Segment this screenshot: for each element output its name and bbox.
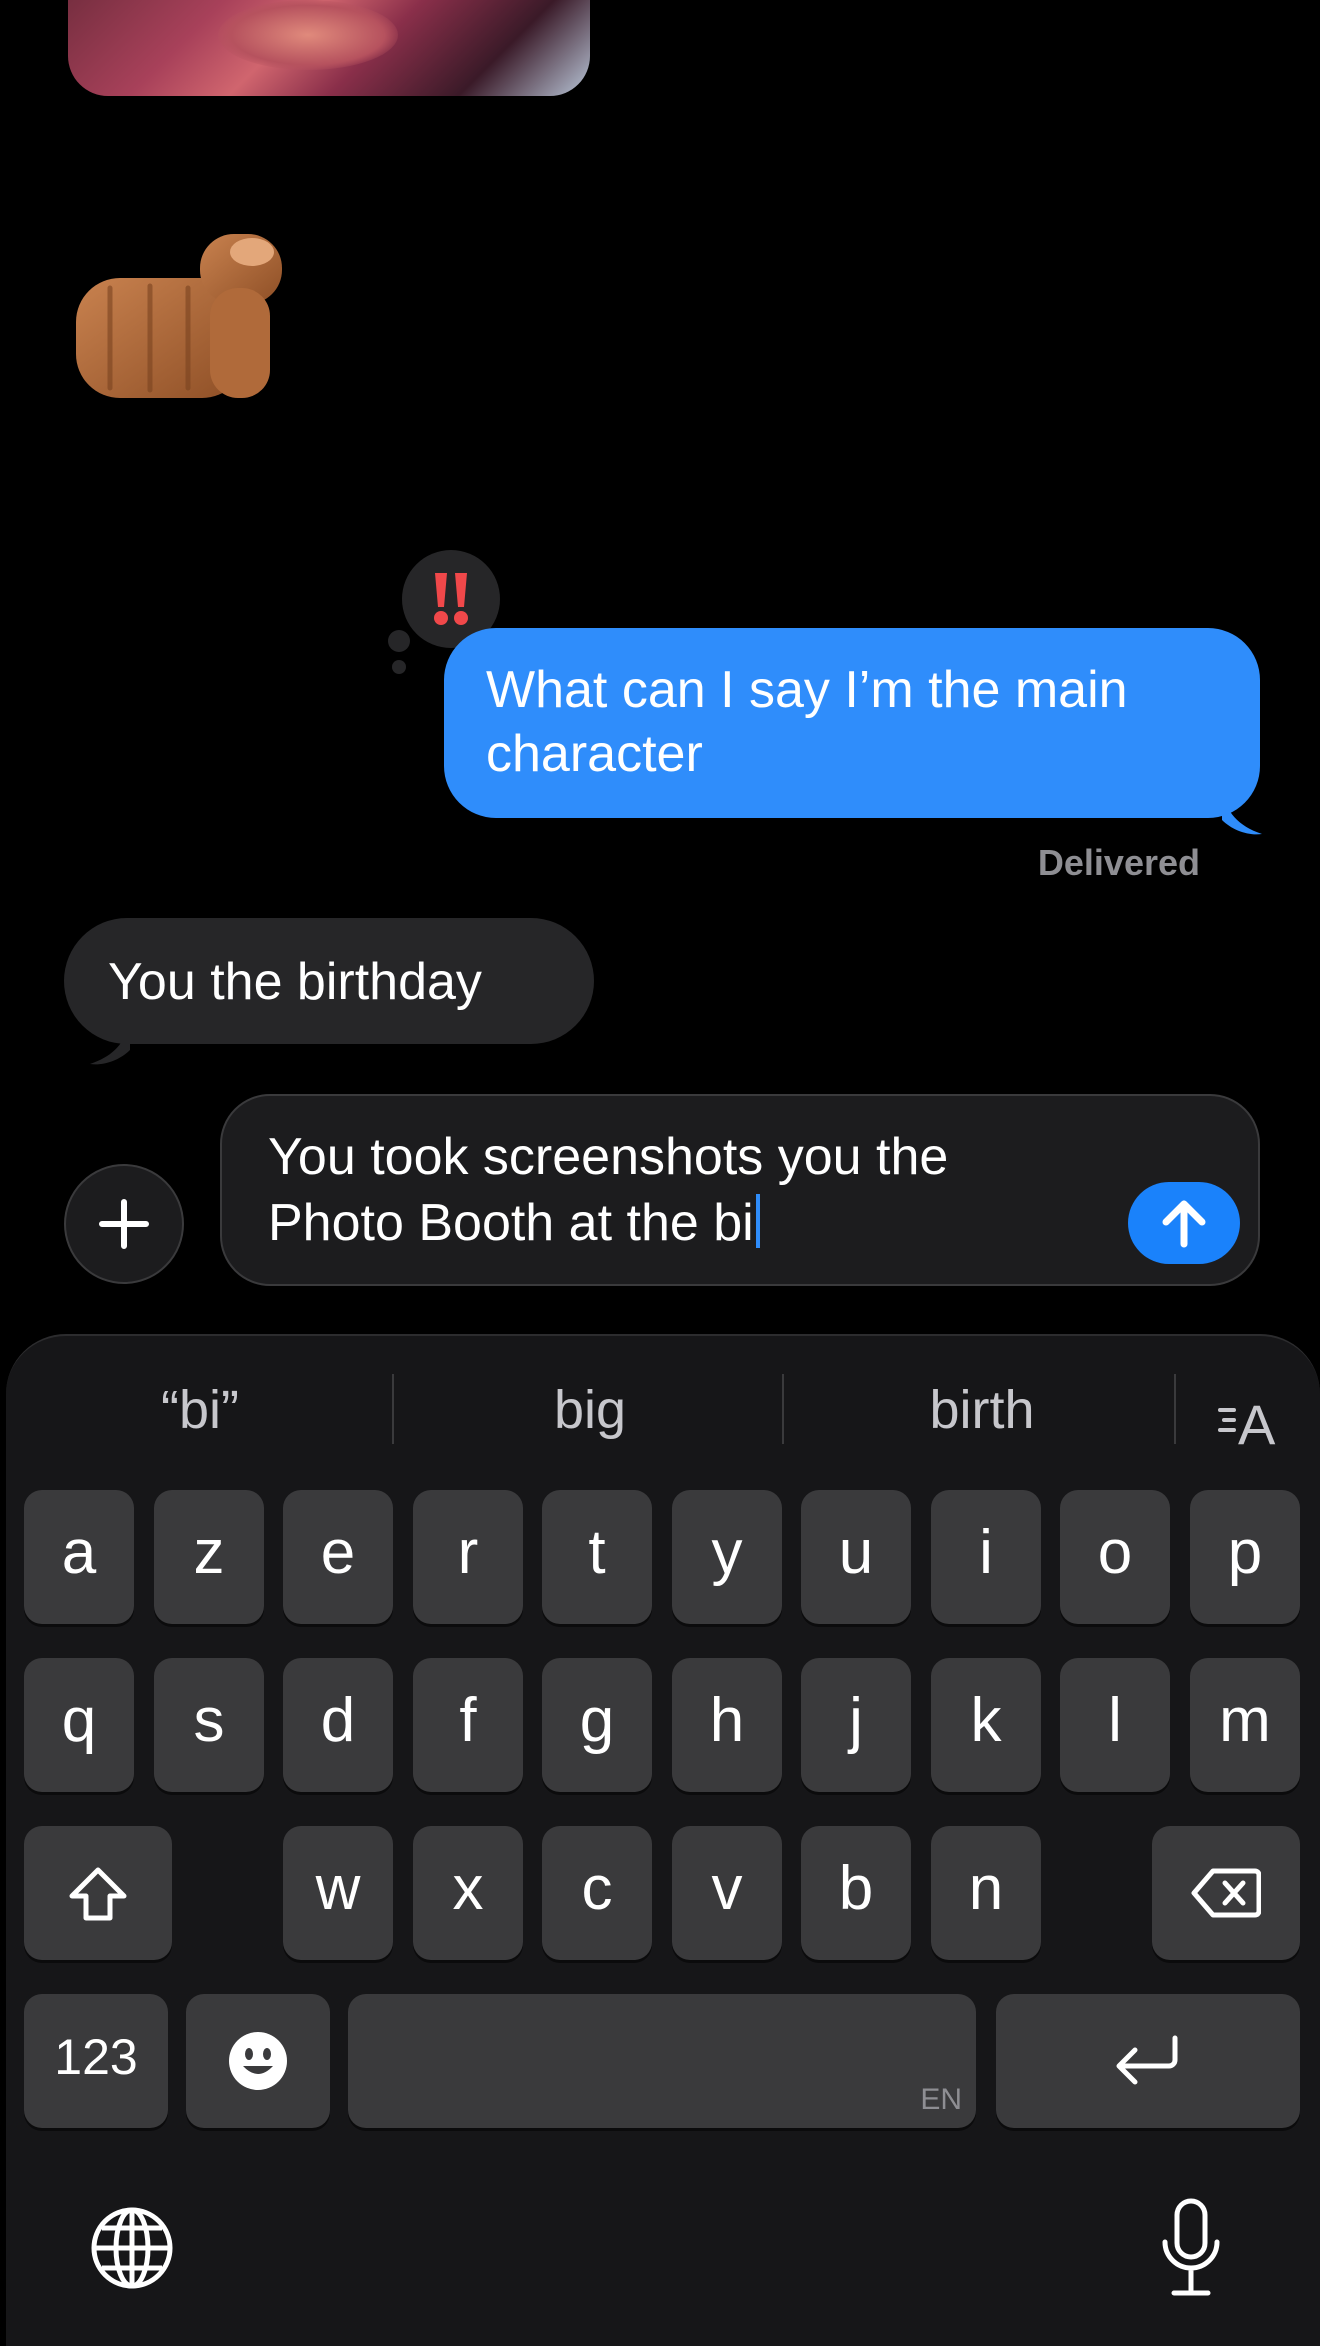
plus-icon bbox=[99, 1199, 149, 1249]
arrow-up-icon bbox=[1162, 1200, 1206, 1248]
tapback-tail-dot bbox=[388, 630, 410, 652]
shift-icon bbox=[69, 1867, 127, 1921]
received-message-bubble[interactable]: You the birthday bbox=[64, 918, 594, 1044]
emoji-key[interactable] bbox=[186, 1994, 330, 2128]
suggestion-divider bbox=[782, 1374, 784, 1444]
pointing-hand-sticker[interactable] bbox=[70, 228, 290, 414]
key-g[interactable]: g bbox=[542, 1658, 652, 1792]
key-k[interactable]: k bbox=[931, 1658, 1041, 1792]
key-f[interactable]: f bbox=[413, 1658, 523, 1792]
message-input-text[interactable]: You took screenshots you the Photo Booth… bbox=[268, 1124, 1088, 1256]
key-q[interactable]: q bbox=[24, 1658, 134, 1792]
key-h[interactable]: h bbox=[672, 1658, 782, 1792]
writing-tools-button[interactable]: A bbox=[1216, 1388, 1286, 1456]
sent-message-text: What can I say I’m the main character bbox=[486, 661, 1128, 783]
double-exclamation-icon bbox=[434, 573, 468, 625]
numbers-key[interactable]: 123 bbox=[24, 1994, 168, 2128]
key-v[interactable]: v bbox=[672, 1826, 782, 1960]
language-label: EN bbox=[920, 2083, 962, 2116]
suggestion-divider bbox=[1174, 1374, 1176, 1444]
return-icon bbox=[1116, 2035, 1178, 2085]
emoji-icon bbox=[229, 2032, 287, 2090]
key-d[interactable]: d bbox=[283, 1658, 393, 1792]
text-cursor bbox=[755, 1194, 760, 1248]
key-y[interactable]: y bbox=[672, 1490, 782, 1624]
delete-icon bbox=[1191, 1868, 1262, 1918]
dictation-button[interactable] bbox=[1160, 2198, 1222, 2298]
key-a[interactable]: a bbox=[24, 1490, 134, 1624]
svg-text:A: A bbox=[1238, 1393, 1276, 1450]
sent-message-bubble[interactable]: What can I say I’m the main character bbox=[444, 628, 1260, 818]
globe-icon bbox=[91, 2207, 173, 2289]
key-t[interactable]: t bbox=[542, 1490, 652, 1624]
key-n[interactable]: n bbox=[931, 1826, 1041, 1960]
suggestion-divider bbox=[392, 1374, 394, 1444]
suggestion-quoted[interactable]: “bi” bbox=[30, 1372, 370, 1448]
suggestion-birth[interactable]: birth bbox=[812, 1372, 1152, 1448]
delete-key[interactable] bbox=[1152, 1826, 1300, 1960]
key-s[interactable]: s bbox=[154, 1658, 264, 1792]
key-i[interactable]: i bbox=[931, 1490, 1041, 1624]
key-c[interactable]: c bbox=[542, 1826, 652, 1960]
key-x[interactable]: x bbox=[413, 1826, 523, 1960]
delivery-status: Delivered bbox=[1037, 842, 1200, 883]
received-message-text: You the birthday bbox=[108, 953, 482, 1011]
key-o[interactable]: o bbox=[1060, 1490, 1170, 1624]
key-z[interactable]: z bbox=[154, 1490, 264, 1624]
shift-key[interactable] bbox=[24, 1826, 172, 1960]
key-j[interactable]: j bbox=[801, 1658, 911, 1792]
suggestion-big[interactable]: big bbox=[420, 1372, 760, 1448]
add-attachment-button[interactable] bbox=[64, 1164, 184, 1284]
key-e[interactable]: e bbox=[283, 1490, 393, 1624]
return-key[interactable] bbox=[996, 1994, 1300, 2128]
key-r[interactable]: r bbox=[413, 1490, 523, 1624]
key-p[interactable]: p bbox=[1190, 1490, 1300, 1624]
key-w[interactable]: w bbox=[283, 1826, 393, 1960]
text-format-icon: A bbox=[1218, 1393, 1276, 1456]
key-u[interactable]: u bbox=[801, 1490, 911, 1624]
keyboard bbox=[6, 1334, 1320, 2346]
key-m[interactable]: m bbox=[1190, 1658, 1300, 1792]
globe-button[interactable] bbox=[90, 2206, 174, 2290]
microphone-icon bbox=[1162, 2198, 1220, 2296]
photo-attachment[interactable] bbox=[68, 0, 590, 96]
key-l[interactable]: l bbox=[1060, 1658, 1170, 1792]
send-button[interactable] bbox=[1128, 1182, 1240, 1264]
tapback-tail-dot bbox=[392, 660, 406, 674]
key-b[interactable]: b bbox=[801, 1826, 911, 1960]
space-key[interactable]: EN bbox=[348, 1994, 976, 2128]
